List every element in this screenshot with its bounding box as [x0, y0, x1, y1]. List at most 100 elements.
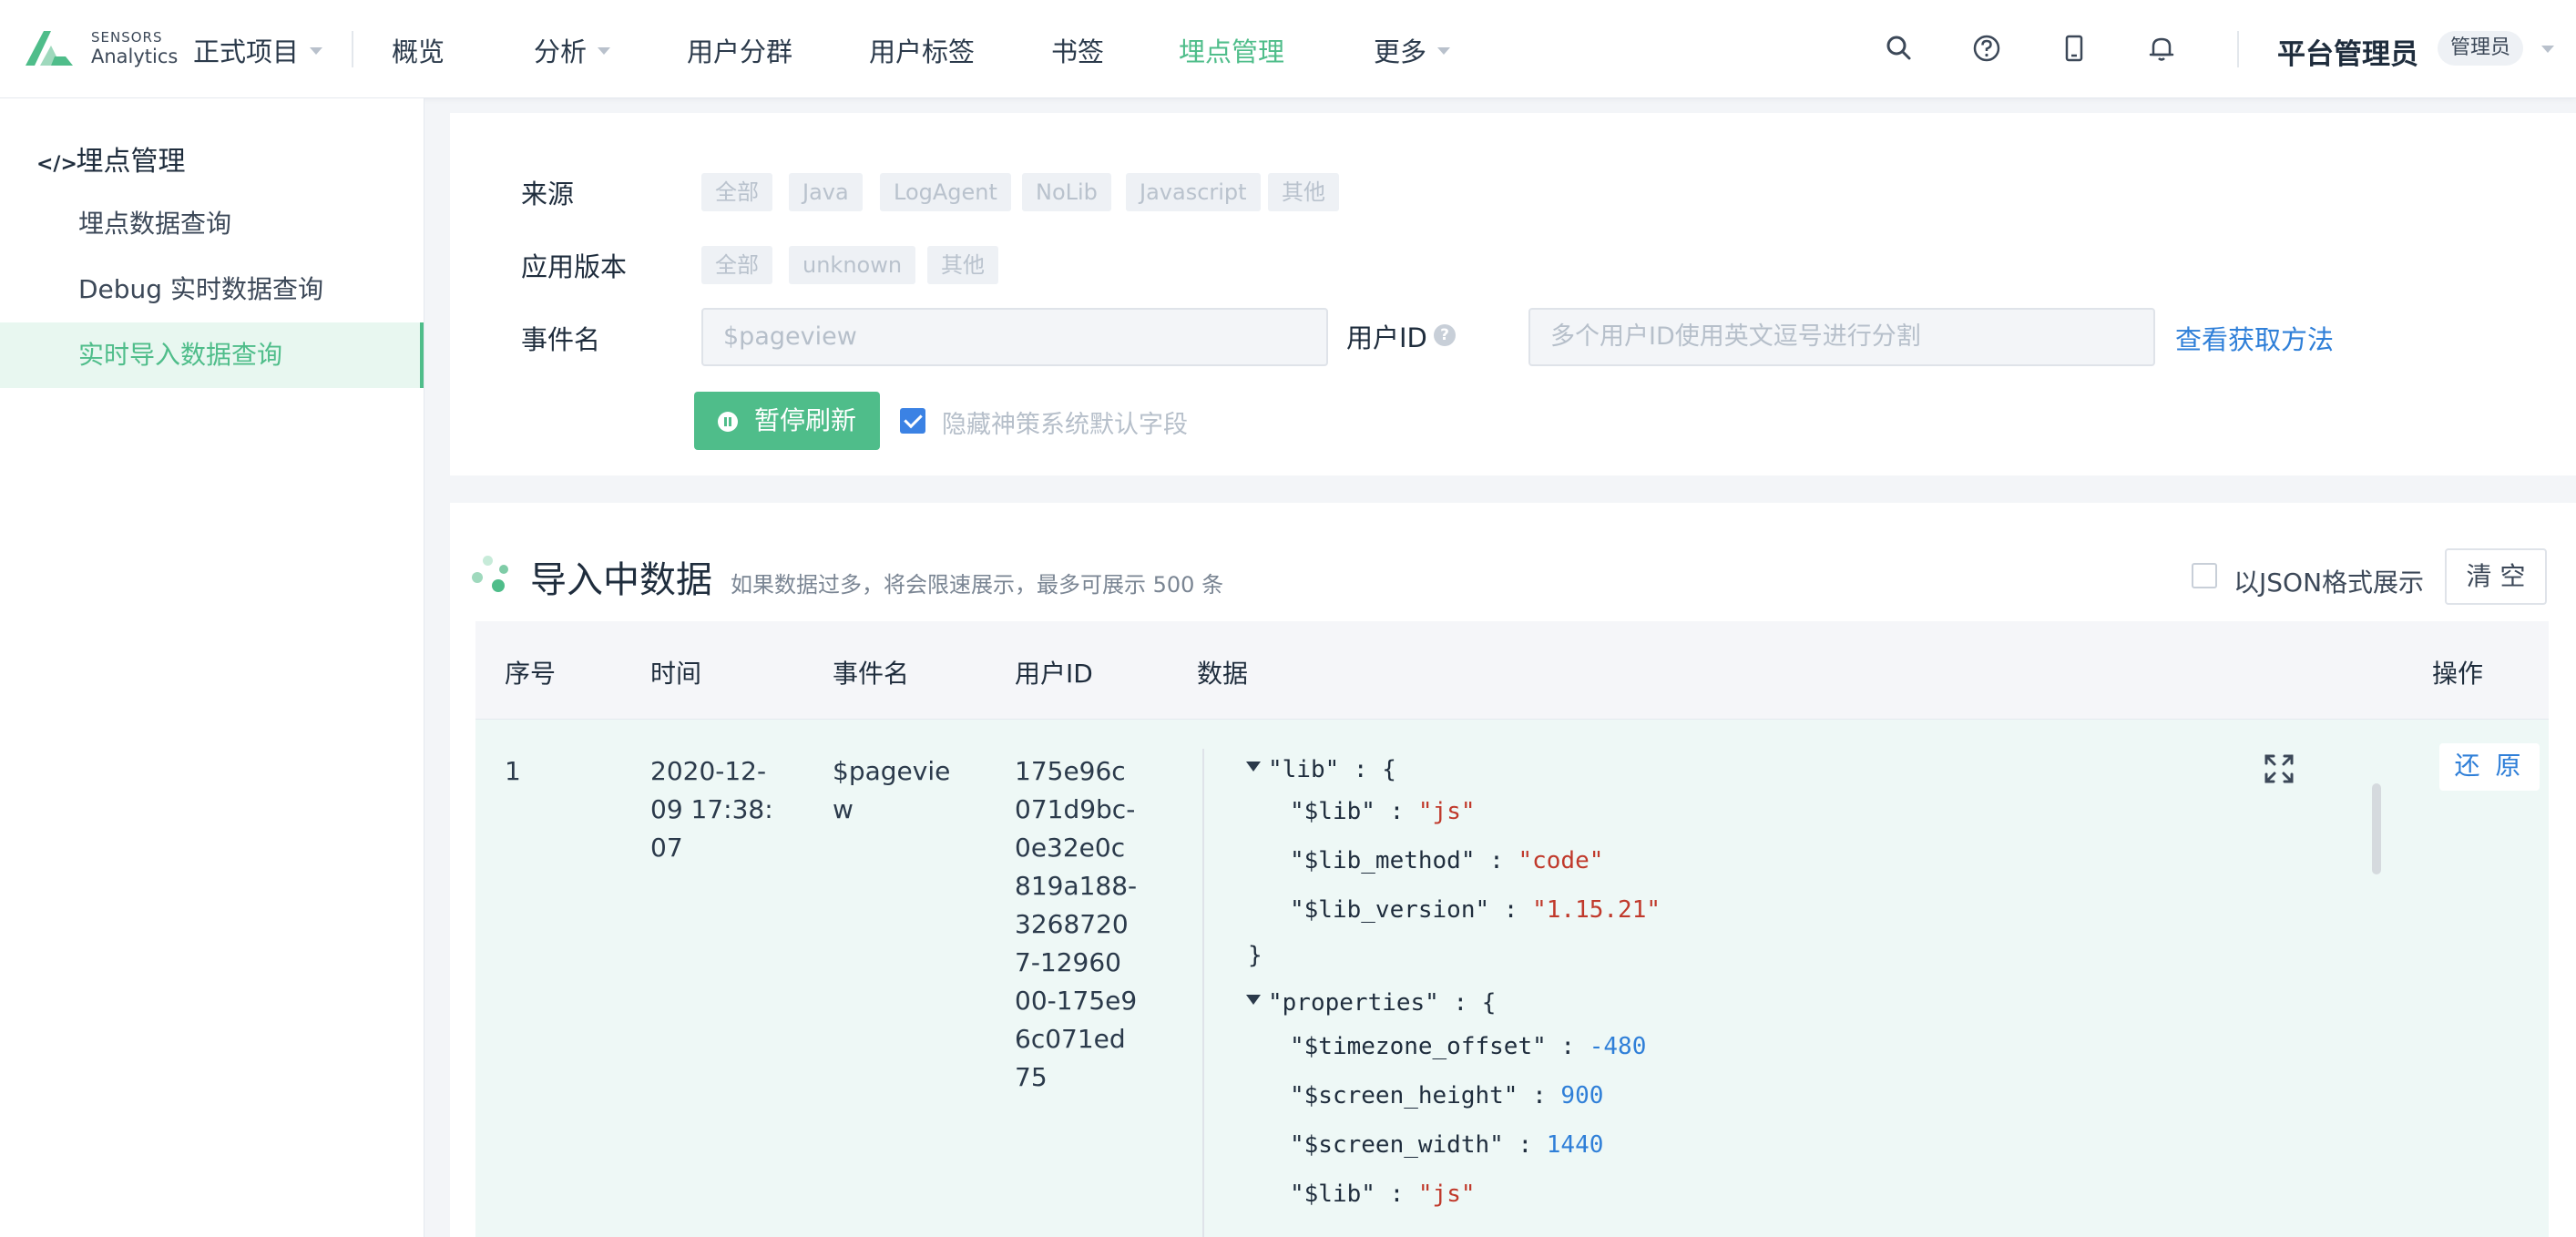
- json-value: "1.15.21": [1532, 896, 1661, 924]
- event-name-input[interactable]: $pageview: [701, 308, 1328, 366]
- chevron-down-icon: [1437, 47, 1451, 55]
- row-index: 1: [505, 756, 521, 786]
- nav-tracking-management[interactable]: 埋点管理: [1179, 31, 1284, 69]
- row-time-line: 09 17:38:: [650, 794, 773, 824]
- json-line: }: [1248, 942, 1262, 969]
- table-row: 1 2020-12- 09 17:38: 07 $pagevie w 175e9…: [475, 720, 2549, 1237]
- chevron-down-icon[interactable]: [2541, 46, 2554, 53]
- row-user-id-line: 7-12960: [1015, 947, 1121, 977]
- column-event-name: 事件名: [833, 659, 910, 689]
- sidebar-title: </> 埋点管理: [36, 138, 186, 179]
- json-key: "$lib": [1290, 798, 1375, 825]
- version-chip-unknown[interactable]: unknown: [789, 246, 916, 284]
- code-icon: </>: [36, 153, 77, 176]
- sidebar-item-label: 埋点数据查询: [78, 209, 232, 239]
- row-user-id-line: 75: [1015, 1062, 1048, 1092]
- json-key: "$timezone_offset": [1290, 1033, 1547, 1060]
- json-line: "$lib" : "js": [1290, 798, 1476, 825]
- logo-text-sensors: SENSORS: [91, 29, 163, 46]
- question-icon[interactable]: ?: [1434, 324, 1456, 346]
- json-line: "$timezone_offset" : -480: [1290, 1033, 1647, 1060]
- version-chip-other[interactable]: 其他: [927, 246, 998, 284]
- json-value: 1440: [1546, 1131, 1604, 1159]
- project-selector[interactable]: 正式项目: [193, 31, 323, 69]
- pause-refresh-button[interactable]: 暂停刷新: [694, 392, 880, 450]
- top-navigation-bar: SENSORS Analytics 正式项目 概览 分析 用户分群 用户标签 书…: [0, 0, 2576, 98]
- row-time-line: 07: [650, 833, 683, 863]
- source-chip-javascript[interactable]: Javascript: [1126, 173, 1261, 211]
- json-line: "$lib_method" : "code": [1290, 847, 1604, 874]
- source-chip-java[interactable]: Java: [789, 173, 863, 211]
- nav-divider: [2237, 31, 2239, 67]
- version-chip-all[interactable]: 全部: [701, 246, 772, 284]
- importing-data-panel: 导入中数据 如果数据过多，将会限速展示，最多可展示 500 条 以JSON格式展…: [450, 503, 2576, 1237]
- app-version-label: 应用版本: [521, 251, 628, 282]
- user-role-badge: 管理员: [2438, 31, 2524, 66]
- column-user-id: 用户ID: [1015, 659, 1093, 689]
- sidebar-item-label: 实时导入数据查询: [78, 340, 283, 370]
- nav-bookmarks-label: 书签: [1051, 36, 1105, 67]
- project-name: 正式项目: [193, 36, 300, 67]
- source-chip-all[interactable]: 全部: [701, 173, 772, 211]
- json-value: 900: [1560, 1082, 1604, 1109]
- filter-panel: 来源 全部 Java LogAgent NoLib Javascript 其他 …: [450, 113, 2576, 475]
- row-user-id-line: 819a188-: [1015, 871, 1138, 901]
- user-id-label: 用户ID: [1346, 322, 1427, 353]
- sidebar-item-tracking-data-query[interactable]: 埋点数据查询: [0, 191, 424, 257]
- hide-default-fields-checkbox[interactable]: [900, 408, 925, 434]
- nav-divider: [352, 31, 353, 67]
- nav-overview[interactable]: 概览: [392, 31, 445, 69]
- panel-subtitle: 如果数据过多，将会限速展示，最多可展示 500 条: [731, 572, 1224, 598]
- json-key: "$lib_version": [1290, 896, 1490, 924]
- json-format-checkbox[interactable]: [2192, 563, 2217, 588]
- sidebar-item-debug-realtime-query[interactable]: Debug 实时数据查询: [0, 257, 424, 322]
- source-chip-logagent[interactable]: LogAgent: [880, 173, 1011, 211]
- source-chip-nolib[interactable]: NoLib: [1022, 173, 1111, 211]
- sidebar-item-realtime-import-query[interactable]: 实时导入数据查询: [0, 322, 424, 388]
- json-value: -480: [1589, 1033, 1647, 1060]
- json-line: "$screen_width" : 1440: [1290, 1131, 1604, 1159]
- row-user-id: 175e96c 071d9bc- 0e32e0c 819a188- 326872…: [1015, 752, 1137, 1097]
- source-chip-other[interactable]: 其他: [1268, 173, 1339, 211]
- json-node-lib[interactable]: "lib" : {: [1246, 756, 1396, 783]
- json-key: "$screen_height": [1290, 1082, 1518, 1109]
- search-icon[interactable]: [1884, 33, 1915, 64]
- nav-bookmarks[interactable]: 书签: [1051, 31, 1104, 69]
- nav-more-label: 更多: [1374, 36, 1427, 67]
- help-icon[interactable]: [1971, 33, 2002, 64]
- how-to-get-link[interactable]: 查看获取方法: [2175, 319, 2334, 357]
- sensors-analytics-logo[interactable]: SENSORS Analytics: [24, 27, 178, 73]
- collapse-triangle-icon[interactable]: [1246, 995, 1261, 1005]
- user-name[interactable]: 平台管理员: [2277, 31, 2418, 72]
- json-node-properties[interactable]: "properties" : {: [1246, 989, 1496, 1017]
- json-key: "properties": [1268, 989, 1439, 1017]
- collapse-triangle-icon[interactable]: [1246, 762, 1261, 772]
- nav-user-tags[interactable]: 用户标签: [869, 31, 975, 69]
- source-label: 来源: [521, 179, 575, 210]
- nav-analysis[interactable]: 分析: [534, 31, 611, 69]
- user-id-input[interactable]: 多个用户ID使用英文逗号进行分割: [1528, 308, 2155, 366]
- expand-icon[interactable]: [2263, 752, 2295, 785]
- row-user-id-line: 175e96c: [1015, 756, 1126, 786]
- clear-button[interactable]: 清 空: [2445, 548, 2547, 605]
- nav-user-segments[interactable]: 用户分群: [687, 31, 792, 69]
- row-event-line: $pagevie: [833, 756, 951, 786]
- json-scrollbar[interactable]: [2372, 783, 2381, 874]
- restore-button[interactable]: 还 原: [2439, 743, 2540, 791]
- row-user-id-line: 071d9bc-: [1015, 794, 1136, 824]
- logo-text-analytics: Analytics: [91, 46, 179, 67]
- panel-title: 导入中数据: [530, 559, 712, 601]
- row-event-line: w: [833, 794, 854, 824]
- row-time-line: 2020-12-: [650, 756, 767, 786]
- row-user-id-line: 0e32e0c: [1015, 833, 1126, 863]
- mobile-icon[interactable]: [2059, 33, 2090, 64]
- row-event-name: $pagevie w: [833, 752, 950, 829]
- row-user-id-line: 6c071ed: [1015, 1024, 1126, 1054]
- json-key: "$screen_width": [1290, 1131, 1504, 1159]
- nav-more[interactable]: 更多: [1374, 31, 1451, 69]
- json-value: "code": [1518, 847, 1604, 874]
- column-actions: 操作: [2432, 659, 2484, 689]
- json-value: "js": [1417, 1181, 1476, 1208]
- bell-icon[interactable]: [2146, 33, 2177, 64]
- chevron-down-icon: [598, 47, 611, 55]
